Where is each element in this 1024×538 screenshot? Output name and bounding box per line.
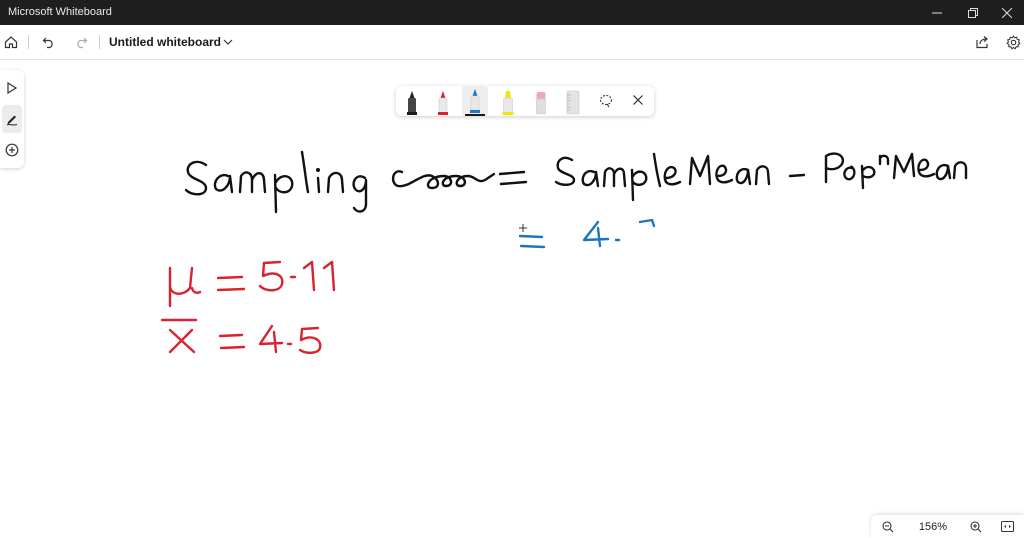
zoom-in-icon [970, 520, 982, 532]
window-title: Microsoft Whiteboard [8, 6, 112, 18]
restore-icon [968, 7, 978, 18]
minimize-button[interactable] [920, 0, 954, 25]
undo-icon [42, 37, 53, 49]
zoom-controls: 156% [871, 515, 1024, 538]
ink-stroke-group[interactable] [518, 218, 656, 249]
home-icon [4, 36, 18, 49]
document-title[interactable]: Untitled whiteboard [109, 35, 221, 49]
redo-icon [77, 37, 88, 49]
undo-button[interactable] [38, 25, 60, 59]
app-toolbar: Untitled whiteboard [0, 25, 1024, 60]
close-window-button[interactable] [990, 0, 1024, 25]
settings-button[interactable] [1002, 25, 1024, 59]
ink-stroke-group[interactable] [184, 150, 968, 214]
fit-to-screen-button[interactable] [994, 515, 1020, 538]
close-icon [1002, 7, 1012, 18]
ink-stroke-group[interactable] [160, 260, 336, 354]
share-button[interactable] [971, 25, 993, 59]
restore-button[interactable] [956, 0, 990, 25]
divider [28, 35, 29, 49]
share-icon [976, 36, 988, 49]
zoom-in-button[interactable] [963, 515, 989, 538]
chevron-down-icon [223, 39, 233, 45]
whiteboard-canvas[interactable] [0, 60, 1024, 538]
pen-cursor-icon [519, 224, 527, 232]
title-bar: Microsoft Whiteboard [0, 0, 1024, 25]
zoom-out-button[interactable] [875, 515, 901, 538]
zoom-out-icon [882, 520, 894, 532]
zoom-level[interactable]: 156% [911, 521, 955, 533]
divider [99, 35, 100, 49]
title-dropdown-button[interactable] [219, 25, 237, 59]
redo-button[interactable] [70, 25, 92, 59]
minimize-icon [932, 12, 942, 13]
fit-screen-icon [1000, 521, 1014, 532]
gear-icon [1005, 34, 1021, 49]
home-button[interactable] [0, 25, 22, 59]
